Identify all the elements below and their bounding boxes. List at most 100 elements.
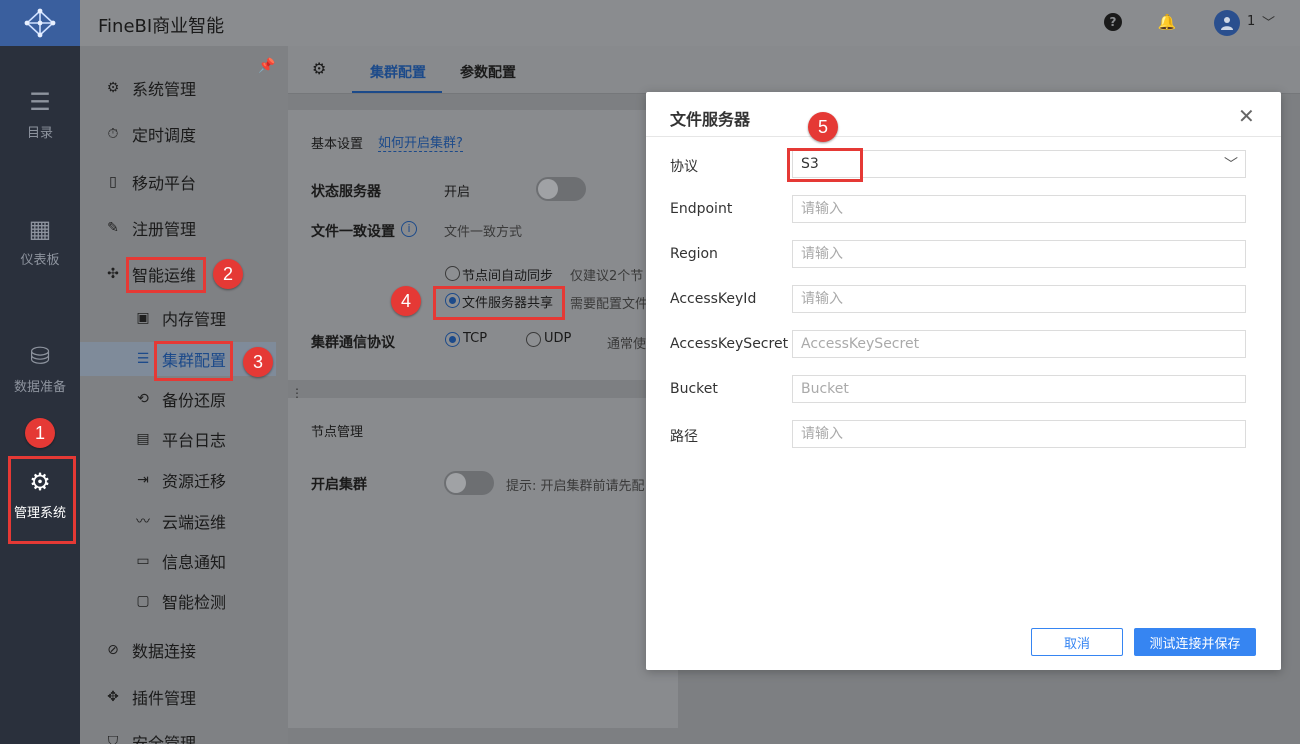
path-field-label: 路径 <box>670 429 698 445</box>
annotation-box-ops <box>126 257 206 293</box>
node-management-title: 节点管理 <box>311 425 364 440</box>
rail-item-catalog[interactable]: ☰ 目录 <box>0 90 80 141</box>
chevron-down-icon[interactable]: ﹀ <box>1224 154 1238 174</box>
app-logo[interactable] <box>0 0 80 46</box>
memory-icon: ▣ <box>136 310 150 326</box>
sidebar-item-label: 定时调度 <box>132 126 197 145</box>
radio-file-server-share-hint: 需要配置文件 <box>570 297 649 312</box>
admin-sidebar: 📌 ⚙ 系统管理 ⏱ 定时调度 ▯ 移动平台 ✎ 注册管理 ✣ 智能运维 ▣ 内存管理 ☰ 集… <box>80 46 288 744</box>
radio-udp[interactable] <box>526 332 541 347</box>
basic-settings-title: 基本设置 <box>311 137 364 152</box>
radio-node-sync-hint: 仅建议2个节 <box>570 269 644 284</box>
sidebar-item-schedule[interactable]: ⏱ 定时调度 <box>104 122 196 146</box>
info-icon[interactable]: i <box>401 221 417 237</box>
tab-cluster-config[interactable]: 集群配置 <box>370 62 426 82</box>
radio-node-sync[interactable] <box>445 266 460 281</box>
network-logo-icon <box>24 8 56 38</box>
calendar-icon: ▤ <box>136 431 150 447</box>
file-consistency-label: 文件一致设置 <box>311 224 395 240</box>
close-icon[interactable]: ✕ <box>1238 104 1255 128</box>
message-icon: ▭ <box>136 553 150 569</box>
annotation-badge-2: 2 <box>213 259 243 289</box>
annotation-badge-4: 4 <box>391 286 421 316</box>
sidebar-item-cloud-ops[interactable]: 〰云端运维 <box>134 509 226 533</box>
help-link[interactable]: 如何开启集群? <box>378 132 463 152</box>
dialog-title: 文件服务器 <box>670 110 751 129</box>
cancel-button[interactable]: 取消 <box>1031 628 1123 656</box>
status-server-toggle[interactable] <box>536 177 586 201</box>
sidebar-item-logs[interactable]: ▤ 平台日志 <box>134 427 226 451</box>
chart-line-icon: 〰 <box>136 514 150 530</box>
radio-tcp[interactable] <box>445 332 460 347</box>
tab-bar: ⚙ 集群配置 参数配置 <box>288 46 1300 94</box>
bucket-input[interactable] <box>792 375 1246 403</box>
rail-item-label: 数据准备 <box>13 380 66 395</box>
sidebar-item-system[interactable]: ⚙ 系统管理 <box>104 76 196 100</box>
access-key-secret-input[interactable] <box>792 330 1246 358</box>
settings-gear-icon[interactable]: ⚙ <box>312 59 326 78</box>
puzzle-icon: ✥ <box>107 689 119 705</box>
sidebar-item-label: 数据连接 <box>132 642 197 661</box>
left-rail: ☰ 目录 ▦ 仪表板 ⛁ 数据准备 ⚙ 管理系统 <box>0 0 80 744</box>
sidebar-item-plugins[interactable]: ✥ 插件管理 <box>104 685 196 709</box>
annotation-box-protocol <box>787 148 863 182</box>
enable-cluster-hint: 提示: 开启集群前请先配 <box>506 479 645 494</box>
bell-icon[interactable]: 🔔 <box>1158 13 1177 31</box>
sidebar-item-data-conn[interactable]: ⊘ 数据连接 <box>104 638 196 662</box>
access-key-id-input[interactable] <box>792 285 1246 313</box>
sidebar-item-register[interactable]: ✎ 注册管理 <box>104 216 196 240</box>
sidebar-item-label: 云端运维 <box>162 513 227 532</box>
chevron-down-icon[interactable]: ﹀ <box>1262 12 1275 31</box>
endpoint-field-label: Endpoint <box>670 201 733 217</box>
protocol-field-label: 协议 <box>670 159 698 175</box>
timer-icon: ⏱ <box>107 126 119 142</box>
radio-tcp-label: TCP <box>463 331 488 346</box>
gear-icon: ⚙ <box>106 80 120 96</box>
sidebar-item-mobile[interactable]: ▯ 移动平台 <box>104 170 196 194</box>
sidebar-item-memory[interactable]: ▣ 内存管理 <box>134 306 226 330</box>
sidebar-item-migration[interactable]: ⇥ 资源迁移 <box>134 468 226 492</box>
sidebar-item-label: 智能检测 <box>162 593 227 612</box>
test-and-save-button[interactable]: 测试连接并保存 <box>1134 628 1256 656</box>
shield-icon: ⛉ <box>107 734 119 744</box>
monitor-icon: ▢ <box>136 593 150 609</box>
network-icon: ✣ <box>107 266 119 282</box>
sidebar-item-notify[interactable]: ▭ 信息通知 <box>134 549 226 573</box>
status-server-label: 状态服务器 <box>311 184 381 200</box>
database-icon: ⛁ <box>29 342 51 370</box>
sidebar-item-label: 资源迁移 <box>162 472 227 491</box>
file-consistency-placeholder: 文件一致方式 <box>444 225 523 240</box>
avatar[interactable] <box>1214 10 1240 36</box>
active-tab-indicator <box>352 91 442 93</box>
sidebar-item-backup[interactable]: ⟲ 备份还原 <box>134 387 226 411</box>
tab-param-config[interactable]: 参数配置 <box>460 62 516 82</box>
pin-icon[interactable]: 📌 <box>258 58 275 74</box>
annotation-box-admin <box>8 456 76 544</box>
enable-cluster-label: 开启集群 <box>311 477 367 493</box>
path-input[interactable] <box>792 420 1246 448</box>
help-icon[interactable]: ? <box>1104 13 1122 31</box>
rail-item-dashboard[interactable]: ▦ 仪表板 <box>0 217 80 268</box>
status-server-value: 开启 <box>444 185 471 200</box>
radio-node-sync-label: 节点间自动同步 <box>462 269 554 284</box>
region-input[interactable] <box>792 240 1246 268</box>
user-name[interactable]: 1 <box>1247 14 1255 29</box>
dialog-divider <box>646 136 1281 137</box>
protocol-label: 集群通信协议 <box>311 335 395 351</box>
annotation-badge-1: 1 <box>25 418 55 448</box>
sidebar-item-detect[interactable]: ▢ 智能检测 <box>134 589 226 613</box>
migrate-icon: ⇥ <box>137 472 149 488</box>
rail-item-data-prep[interactable]: ⛁ 数据准备 <box>0 344 80 395</box>
top-header: FineBI商业智能 ? 🔔 <box>80 0 1300 46</box>
mobile-icon: ▯ <box>109 174 117 190</box>
access-key-secret-field-label: AccessKeySecret <box>670 336 789 352</box>
enable-cluster-toggle[interactable] <box>444 471 494 495</box>
link-icon: ⊘ <box>107 642 119 658</box>
file-server-dialog: 文件服务器 ✕ 协议 S3 ﹀ Endpoint Region AccessKe… <box>646 92 1281 670</box>
dashboard-icon: ▦ <box>28 215 52 243</box>
sidebar-item-security[interactable]: ⛉ 安全管理 <box>104 730 196 744</box>
backup-icon: ⟲ <box>137 391 149 407</box>
endpoint-input[interactable] <box>792 195 1246 223</box>
region-field-label: Region <box>670 246 718 262</box>
annotation-badge-3: 3 <box>243 347 273 377</box>
